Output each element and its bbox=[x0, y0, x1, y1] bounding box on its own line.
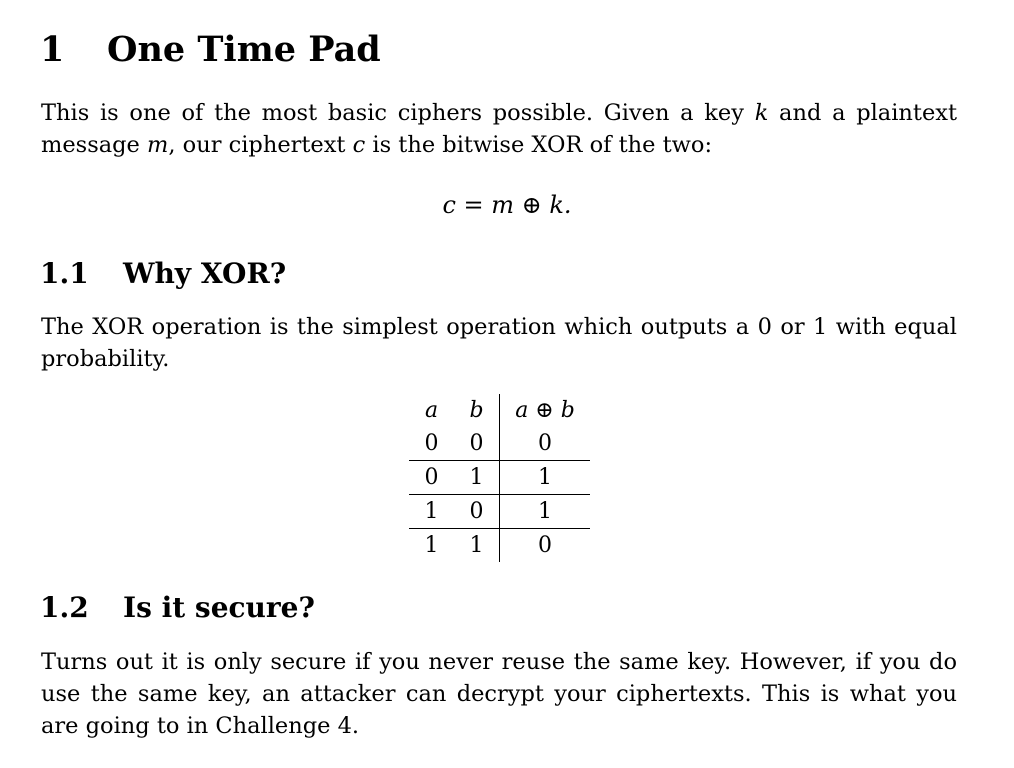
table-cell: 0 bbox=[499, 528, 590, 562]
section-title: One Time Pad bbox=[107, 29, 381, 70]
security-paragraph: Turns out it is only secure if you never… bbox=[41, 649, 957, 739]
subsection-title: Is it secure? bbox=[123, 591, 315, 624]
xor-truth-table: a b a ⊕ b 0 0 0 0 1 1 1 0 1 1 1 0 bbox=[409, 394, 590, 562]
table-cell: 0 bbox=[499, 427, 590, 461]
table-cell: 1 bbox=[409, 494, 454, 529]
table-row: 1 1 0 bbox=[409, 528, 590, 562]
subsection-number: 1.2 bbox=[40, 591, 89, 624]
table-cell: 0 bbox=[409, 427, 454, 461]
subsection-title: Why XOR? bbox=[123, 257, 287, 290]
table-cell: 1 bbox=[454, 460, 500, 495]
table-header-cell: b bbox=[469, 398, 484, 423]
xor-paragraph: The XOR operation is the simplest operat… bbox=[41, 314, 957, 372]
subsection-number: 1.1 bbox=[40, 257, 89, 290]
table-cell: 1 bbox=[499, 494, 590, 529]
table-row: 0 1 1 bbox=[409, 460, 590, 495]
table-header-cell: a ⊕ b bbox=[499, 394, 590, 427]
table-header-row: a b a ⊕ b bbox=[409, 394, 590, 427]
intro-paragraph: This is one of the most basic ciphers po… bbox=[41, 100, 957, 158]
table-cell: 1 bbox=[499, 460, 590, 495]
table-row: 0 0 0 bbox=[409, 427, 590, 461]
section-number: 1 bbox=[40, 29, 65, 70]
table-cell: 1 bbox=[469, 533, 484, 558]
table-row: 1 0 1 bbox=[409, 494, 590, 529]
table-cell: 1 bbox=[424, 533, 439, 558]
table-cell: 0 bbox=[454, 494, 500, 529]
table-cell: 0 bbox=[409, 460, 454, 495]
table-header-cell: a bbox=[424, 398, 439, 423]
table-cell: 0 bbox=[454, 427, 500, 461]
xor-equation: c = m ⊕ k. bbox=[442, 191, 572, 219]
